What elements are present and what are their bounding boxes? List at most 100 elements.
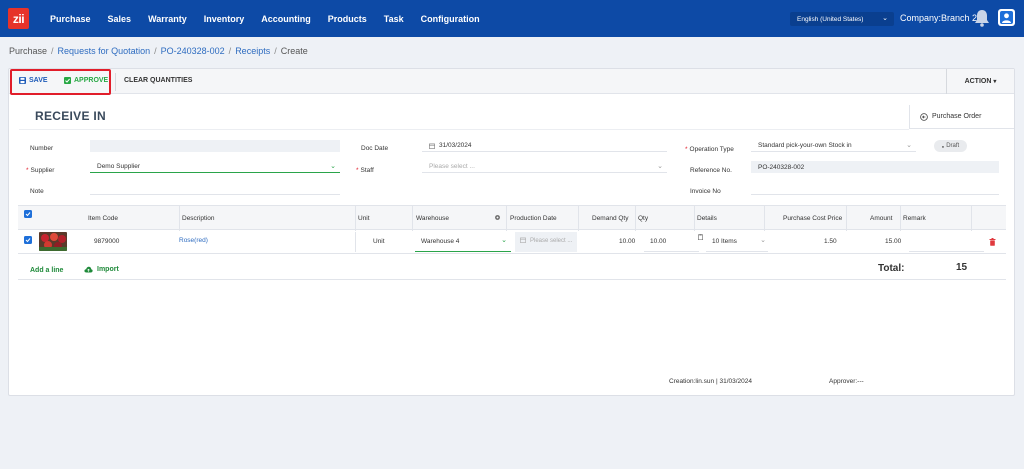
menu-item-purchase[interactable]: Purchase (50, 14, 91, 24)
column-divider (635, 206, 636, 231)
staff-label: * Staff (356, 167, 374, 174)
toolbar-divider (115, 73, 116, 91)
breadcrumb-receipts[interactable]: Receipts (235, 46, 270, 56)
column-divider (179, 206, 180, 231)
col-production-date: Production Date (510, 215, 557, 222)
approver-info: Approver:--- (829, 378, 864, 385)
doc-date-label: Doc Date (361, 145, 389, 152)
total-label: Total: (878, 263, 905, 274)
title-divider (19, 129, 909, 130)
reference-field[interactable]: PO-240328-002 (751, 161, 999, 173)
calendar-icon (429, 143, 435, 149)
col-description: Description (182, 215, 215, 222)
col-demand-qty: Demand Qty (592, 215, 629, 222)
column-divider (764, 206, 765, 231)
column-divider (412, 206, 413, 231)
breadcrumb-purchase[interactable]: Purchase (9, 46, 47, 56)
import-button[interactable]: Import (84, 266, 119, 273)
back-circle-icon (920, 112, 928, 121)
toolbar: SAVE APPROVE CLEAR QUANTITIES ACTION ▾ (9, 69, 1014, 94)
number-label: Number (30, 145, 54, 152)
supplier-select[interactable]: Demo Supplier ⌄ (90, 161, 340, 173)
note-field[interactable] (90, 183, 340, 195)
column-divider (694, 206, 695, 231)
clipboard-icon[interactable] (698, 234, 703, 240)
col-amount: Amount (870, 215, 893, 222)
bell-icon[interactable] (974, 9, 990, 27)
column-divider (900, 206, 901, 231)
menu-item-task[interactable]: Task (384, 14, 404, 24)
breadcrumb-separator: / (51, 46, 54, 56)
column-divider (506, 206, 507, 231)
breadcrumb-separator: / (154, 46, 157, 56)
menu-item-accounting[interactable]: Accounting (261, 14, 311, 24)
menu-item-products[interactable]: Products (328, 14, 367, 24)
doc-date-field[interactable]: 31/03/2024 (422, 140, 667, 152)
status-badge: ● Draft (934, 140, 967, 152)
col-details: Details (697, 215, 717, 222)
caret-down-icon: ▾ (993, 79, 997, 85)
doc-date-value: 31/03/2024 (439, 142, 472, 149)
details-select[interactable]: 10 Items ⌄ (706, 232, 768, 252)
remark-input[interactable] (909, 232, 984, 252)
invoice-label: Invoice No (690, 188, 721, 195)
total-divider (18, 279, 1006, 280)
menu-item-sales[interactable]: Sales (108, 14, 132, 24)
action-label: ACTION (964, 78, 992, 85)
details-value: 10 Items (712, 238, 737, 245)
col-purchase-cost-price: Purchase Cost Price (783, 215, 843, 222)
warehouse-value: Warehouse 4 (421, 238, 460, 245)
chevron-down-icon: ⌄ (906, 142, 912, 149)
invoice-field[interactable] (751, 183, 999, 195)
chevron-down-icon: ⌄ (882, 15, 888, 22)
operation-type-select[interactable]: Standard pick-your-own Stock in ⌄ (751, 140, 916, 152)
production-date-field[interactable]: Please select ... (515, 232, 577, 252)
user-avatar-icon[interactable] (998, 9, 1015, 26)
cell-description[interactable]: Rose(red) (179, 237, 208, 244)
breadcrumb-separator: / (274, 46, 277, 56)
column-divider (355, 206, 356, 231)
row-checkbox[interactable] (24, 236, 32, 244)
number-field[interactable] (90, 140, 340, 152)
cell-amount: 15.00 (885, 238, 902, 245)
breadcrumb-current: Create (280, 46, 308, 56)
calendar-icon (520, 237, 526, 243)
language-select[interactable]: English (United States) ⌄ (790, 12, 894, 26)
chevron-down-icon: ⌄ (330, 163, 336, 170)
import-label: Import (97, 266, 119, 273)
menu-item-configuration[interactable]: Configuration (421, 14, 480, 24)
table-row[interactable]: 9879000 Rose(red) Unit Warehouse 4 ⌄ Ple… (18, 230, 1006, 254)
breadcrumb-separator: / (228, 46, 232, 56)
gear-icon[interactable] (494, 214, 501, 221)
warehouse-select[interactable]: Warehouse 4 ⌄ (415, 232, 511, 252)
select-all-checkbox[interactable] (24, 210, 32, 218)
status-label: Draft (946, 143, 960, 149)
lines-table-header: Item Code Description Unit Warehouse Pro… (18, 205, 1006, 231)
action-menu-button[interactable]: ACTION ▾ (946, 69, 1014, 94)
menu-item-warranty[interactable]: Warranty (148, 14, 187, 24)
qty-value: 10.00 (650, 238, 667, 245)
chevron-down-icon: ⌄ (501, 237, 507, 244)
breadcrumb-po[interactable]: PO-240328-002 (161, 46, 225, 56)
col-warehouse: Warehouse (416, 215, 449, 222)
chevron-down-icon: ⌄ (657, 163, 663, 170)
cell-unit: Unit (373, 238, 385, 245)
cell-purchase-cost-price: 1.50 (824, 238, 837, 245)
staff-placeholder: Please select ... (429, 163, 475, 170)
supplier-value: Demo Supplier (97, 163, 140, 170)
column-divider (355, 232, 356, 252)
company-name[interactable]: Company:Branch 2 (900, 13, 977, 23)
language-value: English (United States) (797, 15, 864, 23)
app-logo[interactable]: zii (8, 8, 29, 29)
col-qty: Qty (638, 215, 649, 222)
top-nav: zii Purchase Sales Warranty Inventory Ac… (0, 0, 1024, 37)
clear-quantities-button[interactable]: CLEAR QUANTITIES (124, 77, 192, 84)
add-line-button[interactable]: Add a line (30, 267, 63, 274)
menu-item-inventory[interactable]: Inventory (204, 14, 245, 24)
cell-item-code: 9879000 (94, 238, 120, 245)
staff-select[interactable]: Please select ... ⌄ (422, 161, 667, 173)
breadcrumb-rfq[interactable]: Requests for Quotation (58, 46, 151, 56)
qty-input[interactable]: 10.00 (644, 232, 699, 252)
purchase-order-link[interactable]: Purchase Order (909, 105, 1014, 129)
trash-icon[interactable] (989, 238, 996, 246)
